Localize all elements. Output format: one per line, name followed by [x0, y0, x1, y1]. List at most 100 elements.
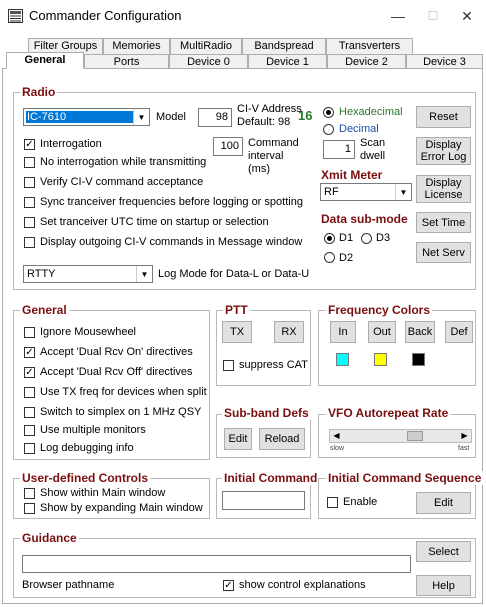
reset-button[interactable]: Reset — [416, 106, 471, 128]
net-serv-button[interactable]: Net Serv — [416, 242, 471, 263]
accept-dual-off-checkbox[interactable]: ✓ — [24, 367, 35, 378]
color-back-button[interactable]: Back — [405, 321, 435, 343]
d2-radio[interactable] — [324, 252, 335, 263]
ptt-tx-button[interactable]: TX — [222, 321, 252, 343]
switch-simplex-checkbox[interactable] — [24, 407, 35, 418]
chevron-down-icon: ▼ — [136, 266, 152, 282]
initial-command-title: Initial Command — [222, 471, 320, 485]
chevron-down-icon: ▼ — [395, 184, 411, 200]
scroll-right-icon[interactable]: ▶ — [458, 430, 471, 442]
ptt-rx-button[interactable]: RX — [274, 321, 304, 343]
xmit-meter-select[interactable]: RF ▼ — [320, 183, 412, 201]
accept-dual-on-label: Accept 'Dual Rcv On' directives — [40, 346, 193, 358]
show-explanations-label: show control explanations — [239, 579, 366, 591]
show-expanding-label: Show by expanding Main window — [40, 502, 203, 514]
vfo-autorepeat-title: VFO Autorepeat Rate — [326, 406, 451, 420]
general-group-title: General — [20, 303, 69, 317]
display-license-button[interactable]: Display License — [416, 175, 471, 203]
browser-pathname-input[interactable] — [22, 555, 411, 573]
subband-edit-button[interactable]: Edit — [224, 428, 252, 450]
log-mode-select[interactable]: RTTY ▼ — [23, 265, 153, 283]
interrogation-label: Interrogation — [40, 138, 102, 150]
ignore-mousewheel-checkbox[interactable] — [24, 327, 35, 338]
show-expanding-checkbox[interactable] — [24, 503, 35, 514]
verify-civ-checkbox[interactable] — [24, 177, 35, 188]
initial-command-input[interactable] — [222, 491, 305, 510]
sync-frequencies-checkbox[interactable] — [24, 197, 35, 208]
tab-transverters[interactable]: Transverters — [326, 38, 413, 54]
set-time-button[interactable]: Set Time — [416, 212, 471, 233]
log-debugging-checkbox[interactable] — [24, 443, 35, 454]
scan-dwell-label: Scan dwell — [360, 137, 386, 162]
tab-ports[interactable]: Ports — [84, 54, 169, 69]
chevron-down-icon: ▼ — [133, 109, 149, 125]
vfo-slow-label: slow — [330, 445, 345, 452]
use-multiple-monitors-checkbox[interactable] — [24, 425, 35, 436]
subband-reload-button[interactable]: Reload — [259, 428, 305, 450]
xmit-meter-value: RF — [324, 186, 339, 198]
civ-address-input[interactable]: 98 — [198, 108, 232, 127]
civ-default-label: Default: 98 — [237, 116, 291, 128]
use-tx-freq-label: Use TX freq for devices when split — [40, 386, 207, 398]
suppress-cat-label: suppress CAT — [239, 359, 308, 371]
tab-device-3[interactable]: Device 3 — [406, 54, 483, 69]
hexadecimal-radio[interactable] — [323, 107, 334, 118]
ignore-mousewheel-label: Ignore Mousewheel — [40, 326, 137, 338]
guidance-title: Guidance — [20, 531, 79, 545]
set-utc-checkbox[interactable] — [24, 217, 35, 228]
scan-dwell-input[interactable]: 1 — [323, 140, 355, 159]
model-select[interactable]: IC-7610 ▼ — [23, 108, 150, 126]
vfo-rate-scrollbar[interactable]: ◀ ▶ — [329, 429, 472, 443]
color-def-button[interactable]: Def — [445, 321, 473, 343]
sync-frequencies-label: Sync tranceiver frequencies before loggi… — [40, 196, 303, 208]
tab-device-0[interactable]: Device 0 — [169, 54, 248, 69]
user-controls-title: User-defined Controls — [20, 471, 151, 485]
title-bar: Commander Configuration — ☐ ✕ — [0, 0, 486, 33]
color-out-swatch — [374, 353, 387, 366]
display-error-log-button[interactable]: Display Error Log — [416, 137, 471, 165]
tab-general[interactable]: General — [6, 52, 84, 69]
d3-label: D3 — [376, 232, 391, 244]
civ-address-label: CI-V Address — [237, 103, 302, 115]
display-outgoing-checkbox[interactable] — [24, 237, 35, 248]
tab-multiradio[interactable]: MultiRadio — [170, 38, 242, 54]
tab-device-2[interactable]: Device 2 — [327, 54, 406, 69]
tab-memories[interactable]: Memories — [103, 38, 170, 54]
color-in-swatch — [336, 353, 349, 366]
window-title: Commander Configuration — [29, 8, 182, 23]
minimize-button[interactable]: — — [383, 4, 413, 28]
log-mode-value: RTTY — [27, 268, 56, 280]
log-mode-label: Log Mode for Data-L or Data-U — [158, 268, 310, 280]
show-within-checkbox[interactable] — [24, 488, 35, 499]
radio-group-title: Radio — [20, 85, 58, 99]
hexadecimal-label: Hexadecimal — [339, 106, 403, 118]
ptt-group-title: PTT — [223, 303, 250, 317]
d1-radio[interactable] — [324, 233, 335, 244]
suppress-cat-checkbox[interactable] — [223, 360, 234, 371]
maximize-button[interactable]: ☐ — [418, 4, 448, 28]
initial-sequence-edit-button[interactable]: Edit — [416, 492, 471, 514]
tab-device-1[interactable]: Device 1 — [248, 54, 327, 69]
color-in-button[interactable]: In — [330, 321, 356, 343]
decimal-radio[interactable] — [323, 124, 334, 135]
use-tx-freq-checkbox[interactable] — [24, 387, 35, 398]
show-explanations-checkbox[interactable]: ✓ — [223, 580, 234, 591]
command-interval-input[interactable]: 100 — [213, 137, 243, 156]
verify-civ-label: Verify CI-V command acceptance — [40, 176, 204, 188]
no-interrogation-checkbox[interactable] — [24, 157, 35, 168]
vfo-rate-thumb[interactable] — [407, 431, 424, 441]
color-back-swatch — [412, 353, 425, 366]
initial-sequence-enable-checkbox[interactable] — [327, 497, 338, 508]
d3-radio[interactable] — [361, 233, 372, 244]
close-button[interactable]: ✕ — [452, 4, 482, 28]
use-multiple-monitors-label: Use multiple monitors — [40, 424, 146, 436]
initial-sequence-title: Initial Command Sequence — [326, 471, 484, 485]
vfo-fast-label: fast — [458, 445, 470, 452]
scroll-left-icon[interactable]: ◀ — [330, 430, 343, 442]
color-out-button[interactable]: Out — [368, 321, 396, 343]
guidance-help-button[interactable]: Help — [416, 575, 471, 596]
guidance-select-button[interactable]: Select — [416, 541, 471, 562]
interrogation-checkbox[interactable]: ✓ — [24, 139, 35, 150]
accept-dual-on-checkbox[interactable]: ✓ — [24, 347, 35, 358]
tab-bandspread[interactable]: Bandspread — [242, 38, 326, 54]
